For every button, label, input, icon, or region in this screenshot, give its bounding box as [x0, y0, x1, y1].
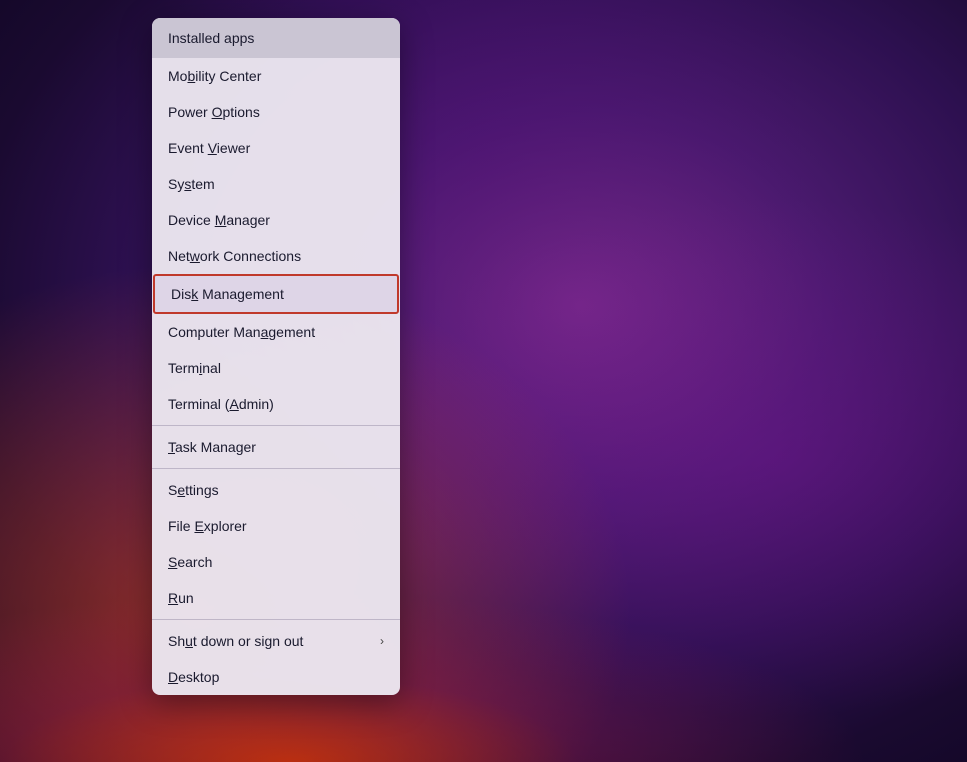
menu-item-search[interactable]: Search — [152, 544, 400, 580]
menu-item-event-viewer[interactable]: Event Viewer — [152, 130, 400, 166]
menu-item-label: Task Manager — [168, 439, 256, 455]
menu-separator-3 — [152, 619, 400, 620]
menu-item-label: Power Options — [168, 104, 260, 120]
menu-item-device-manager[interactable]: Device Manager — [152, 202, 400, 238]
desktop-background — [0, 0, 967, 762]
menu-item-label: Event Viewer — [168, 140, 250, 156]
menu-item-disk-management[interactable]: Disk Management — [153, 274, 399, 314]
menu-item-run[interactable]: Run — [152, 580, 400, 616]
menu-item-label: Terminal — [168, 360, 221, 376]
menu-item-label: Shut down or sign out — [168, 633, 303, 649]
menu-item-label: System — [168, 176, 215, 192]
menu-item-network-connections[interactable]: Network Connections — [152, 238, 400, 274]
menu-item-computer-management[interactable]: Computer Management — [152, 314, 400, 350]
menu-item-desktop[interactable]: Desktop — [152, 659, 400, 695]
menu-item-label: Device Manager — [168, 212, 270, 228]
menu-item-label: Mobility Center — [168, 68, 261, 84]
menu-item-label: Search — [168, 554, 212, 570]
menu-item-label: Terminal (Admin) — [168, 396, 274, 412]
menu-item-label: Run — [168, 590, 194, 606]
menu-item-label: Network Connections — [168, 248, 301, 264]
menu-item-system[interactable]: System — [152, 166, 400, 202]
menu-item-label: Settings — [168, 482, 219, 498]
menu-item-label: Disk Management — [171, 286, 284, 302]
menu-separator — [152, 425, 400, 426]
menu-item-label: File Explorer — [168, 518, 247, 534]
menu-item-label: Computer Management — [168, 324, 315, 340]
context-menu: Installed apps Mobility Center Power Opt… — [152, 18, 400, 695]
menu-item-terminal-admin[interactable]: Terminal (Admin) — [152, 386, 400, 422]
submenu-arrow-icon: › — [380, 634, 384, 648]
menu-header: Installed apps — [152, 18, 400, 58]
menu-item-file-explorer[interactable]: File Explorer — [152, 508, 400, 544]
menu-item-task-manager[interactable]: Task Manager — [152, 429, 400, 465]
menu-item-settings[interactable]: Settings — [152, 472, 400, 508]
menu-item-label: Desktop — [168, 669, 219, 685]
menu-item-mobility-center[interactable]: Mobility Center — [152, 58, 400, 94]
menu-item-terminal[interactable]: Terminal — [152, 350, 400, 386]
menu-item-shut-down[interactable]: Shut down or sign out › — [152, 623, 400, 659]
menu-separator-2 — [152, 468, 400, 469]
menu-item-power-options[interactable]: Power Options — [152, 94, 400, 130]
